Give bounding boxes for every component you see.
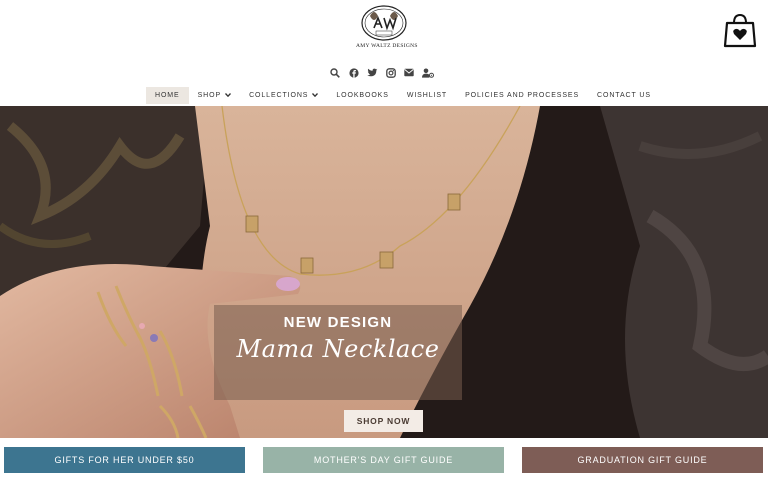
- nav-label: SHOP: [197, 91, 222, 99]
- graduation-guide-button[interactable]: GRADUATION GIFT GUIDE: [522, 447, 763, 473]
- cart-button[interactable]: [722, 13, 758, 49]
- nav-label: LOOKBOOKS: [336, 91, 389, 99]
- nav-label: COLLECTIONS: [249, 91, 309, 99]
- utility-icons: [329, 66, 434, 80]
- brand-name: AMY WALTZ DESIGNS: [356, 43, 418, 49]
- nav-item-contact[interactable]: CONTACT US: [588, 87, 660, 104]
- site-header: AMY WALTZ DESIGNS HOME SHOP COLLECTIONS …: [0, 0, 768, 106]
- shopping-bag-heart-icon: [723, 13, 757, 48]
- chevron-down-icon: [312, 93, 319, 97]
- nav-item-lookbooks[interactable]: LOOKBOOKS: [327, 87, 397, 104]
- mothers-day-guide-button[interactable]: MOTHER'S DAY GIFT GUIDE: [263, 447, 504, 473]
- shop-now-button[interactable]: SHOP NOW: [344, 410, 423, 432]
- logo[interactable]: AMY WALTZ DESIGNS: [356, 4, 418, 54]
- nav-label: CONTACT US: [597, 91, 651, 99]
- nav-item-wishlist[interactable]: WISHLIST: [398, 87, 456, 104]
- hero-banner[interactable]: NEW DESIGN Mama Necklace SHOP NOW: [0, 106, 768, 438]
- account-icon[interactable]: [421, 66, 435, 79]
- logo-mark-icon: [361, 5, 407, 41]
- nav-label: HOME: [155, 91, 180, 99]
- email-icon[interactable]: [403, 66, 416, 79]
- instagram-icon[interactable]: [385, 66, 398, 79]
- chevron-down-icon: [225, 93, 232, 97]
- nav-item-policies[interactable]: POLICIES AND PROCESSES: [456, 87, 588, 104]
- promo-script-title: Mama Necklace: [236, 335, 440, 363]
- nav-item-shop[interactable]: SHOP: [189, 87, 240, 104]
- nav-label: WISHLIST: [406, 91, 448, 99]
- facebook-icon[interactable]: [348, 66, 361, 79]
- search-icon[interactable]: [329, 66, 342, 79]
- promo-overlay: NEW DESIGN Mama Necklace: [214, 305, 462, 400]
- nav-label: POLICIES AND PROCESSES: [465, 91, 580, 99]
- nav-item-home[interactable]: HOME: [146, 86, 189, 104]
- gift-guide-row: GIFTS FOR HER UNDER $50 MOTHER'S DAY GIF…: [0, 438, 768, 486]
- nav-item-collections[interactable]: COLLECTIONS: [240, 87, 327, 104]
- main-nav: HOME SHOP COLLECTIONS LOOKBOOKS WISHLIST…: [146, 86, 660, 104]
- promo-title: NEW DESIGN: [283, 314, 393, 331]
- gifts-under-50-button[interactable]: GIFTS FOR HER UNDER $50: [4, 447, 245, 473]
- twitter-icon[interactable]: [366, 66, 379, 79]
